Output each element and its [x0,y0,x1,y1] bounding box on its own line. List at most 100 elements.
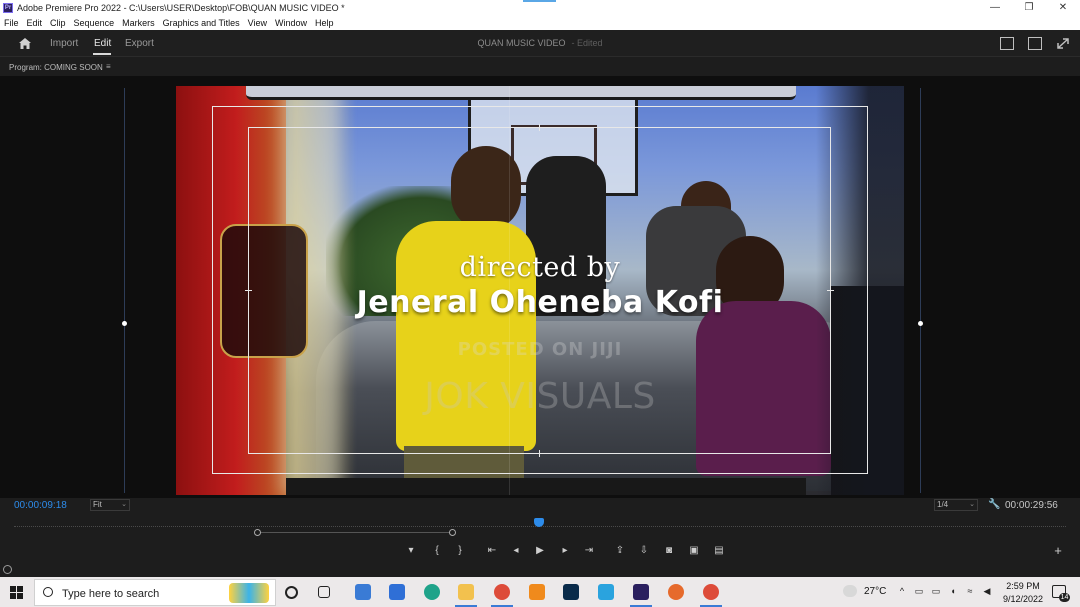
search-icon [43,587,53,597]
project-name: QUAN MUSIC VIDEO [477,38,566,48]
windows-taskbar: Type here to search 27°C ^ ▭ ▭ ◖ ≈ ◀ 2:5… [0,577,1080,607]
active-tab-indicator [93,53,111,55]
transform-handle-left[interactable] [122,321,127,326]
taskbar-search-box[interactable]: Type here to search [34,579,276,606]
workspace-bar: Import Edit Export QUAN MUSIC VIDEO - Edi… [0,30,1080,57]
weather-temp[interactable]: 27°C [864,586,886,597]
menu-clip[interactable]: Clip [50,18,66,28]
program-monitor[interactable]: directed by Jeneral Oheneba Kofi POSTED … [0,76,1080,498]
transform-handle-right[interactable] [918,321,923,326]
chevron-down-icon: ⌄ [121,501,127,508]
tray-overflow-icon[interactable]: ^ [897,586,907,597]
zoom-handle-left[interactable] [254,529,261,536]
settings-wrench-icon[interactable]: 🔧 [988,499,1000,510]
go-to-in-button[interactable]: ⇤ [484,543,500,559]
status-icon [3,565,12,574]
battery-icon[interactable]: ▭ [931,586,941,597]
titlebar-accent [523,0,556,2]
overscan-guide-left [124,88,125,493]
menu-file[interactable]: File [4,18,19,28]
insert-button[interactable]: ▣ [686,543,702,559]
menu-markers[interactable]: Markers [122,18,155,28]
mark-in-button[interactable]: { [429,543,445,559]
menu-graphics-and-titles[interactable]: Graphics and Titles [163,18,240,28]
fullscreen-icon[interactable] [1056,37,1070,50]
project-status: - Edited [571,38,603,48]
monitor-timebar: 00:00:09:18 Fit ⌄ 1/4 ⌄ 🔧 00:00:29:56 [0,498,1080,514]
restore-button[interactable]: ❐ [1012,0,1046,16]
panel-layout-icon[interactable] [1000,37,1014,50]
lift-button[interactable]: ⇪ [612,543,628,559]
step-forward-button[interactable]: ▸ [557,543,573,559]
task-view-icon[interactable] [318,586,330,598]
chrome-profile-icon[interactable] [703,584,719,600]
tray-app-icon[interactable]: ▭ [914,586,924,597]
vlc-icon[interactable] [529,584,545,600]
project-title: QUAN MUSIC VIDEO - Edited [0,38,1080,48]
firefox-icon[interactable] [668,584,684,600]
transport-controls: ▾ { } ⇤ ◂ ▶ ▸ ⇥ ⇪ ⇩ ◙ ▣ ▤ + [0,540,1080,562]
add-button[interactable]: + [1050,543,1066,559]
edge-icon[interactable] [424,584,440,600]
chrome-icon[interactable] [494,584,510,600]
close-button[interactable]: ✕ [1046,0,1080,16]
zoom-handle-right[interactable] [449,529,456,536]
safe-tick-top [539,124,540,131]
search-highlight-art [229,583,269,603]
minimize-button[interactable]: — [978,0,1012,16]
export-frame-button[interactable]: ◙ [661,543,677,559]
zoom-scrollbar[interactable] [258,532,453,533]
clock-time[interactable]: 2:59 PM [1000,581,1046,591]
extract-button[interactable]: ⇩ [636,543,652,559]
zoom-value: Fit [93,500,102,509]
duration-timecode: 00:00:29:56 [1005,500,1058,511]
status-strip [0,562,1080,577]
watermark-jok-visuals: JOK VISUALS [424,376,656,417]
volume-icon[interactable]: ◀ [982,586,992,597]
safe-tick-bottom [539,450,540,457]
cortana-icon[interactable] [285,586,298,599]
telegram-icon[interactable] [598,584,614,600]
microphone-icon[interactable]: ◖ [948,586,958,597]
menu-view[interactable]: View [248,18,267,28]
menu-edit[interactable]: Edit [27,18,43,28]
step-back-button[interactable]: ◂ [508,543,524,559]
menu-bar: File Edit Clip Sequence Markers Graphics… [0,16,1080,30]
menu-sequence[interactable]: Sequence [74,18,115,28]
window-controls: — ❐ ✕ [978,0,1080,16]
comparison-view-button[interactable]: ▤ [711,543,727,559]
play-button[interactable]: ▶ [532,543,548,559]
overscan-guide-right [920,88,921,493]
add-marker-button[interactable]: ▾ [403,543,419,559]
title-director-name[interactable]: Jeneral Oheneba Kofi [176,285,904,320]
scrub-bar[interactable] [0,514,1080,540]
window-title: Adobe Premiere Pro 2022 - C:\Users\USER\… [17,3,345,13]
torn-paper-top [246,86,796,100]
torn-paper-bottom [286,478,806,495]
wifi-icon[interactable]: ≈ [965,586,975,597]
panel-menu-icon[interactable]: ≡ [106,62,111,71]
chevron-down-icon: ⌄ [969,501,975,508]
notification-count: 14 [1059,593,1070,602]
start-windows-icon[interactable] [10,586,23,599]
premiere-icon[interactable] [633,584,649,600]
menu-help[interactable]: Help [315,18,334,28]
menu-window[interactable]: Window [275,18,307,28]
mail-icon[interactable] [389,584,405,600]
current-timecode[interactable]: 00:00:09:18 [14,500,67,511]
program-panel-title[interactable]: Program: COMING SOON [9,63,103,72]
store-icon[interactable] [355,584,371,600]
mark-out-button[interactable]: } [452,543,468,559]
watermark-posted: POSTED ON JIJI [457,339,623,360]
weather-cloud-icon[interactable] [843,585,857,597]
share-icon[interactable] [1028,37,1042,50]
resolution-value: 1/4 [937,500,949,509]
go-to-out-button[interactable]: ⇥ [581,543,597,559]
zoom-select[interactable]: Fit ⌄ [90,499,130,511]
resolution-select[interactable]: 1/4 ⌄ [934,499,978,511]
file-explorer-icon[interactable] [458,584,474,600]
photoshop-icon[interactable] [563,584,579,600]
title-directed-by[interactable]: directed by [176,252,904,283]
clock-date[interactable]: 9/12/2022 [1000,594,1046,604]
workspace-right-icons [1000,37,1070,50]
